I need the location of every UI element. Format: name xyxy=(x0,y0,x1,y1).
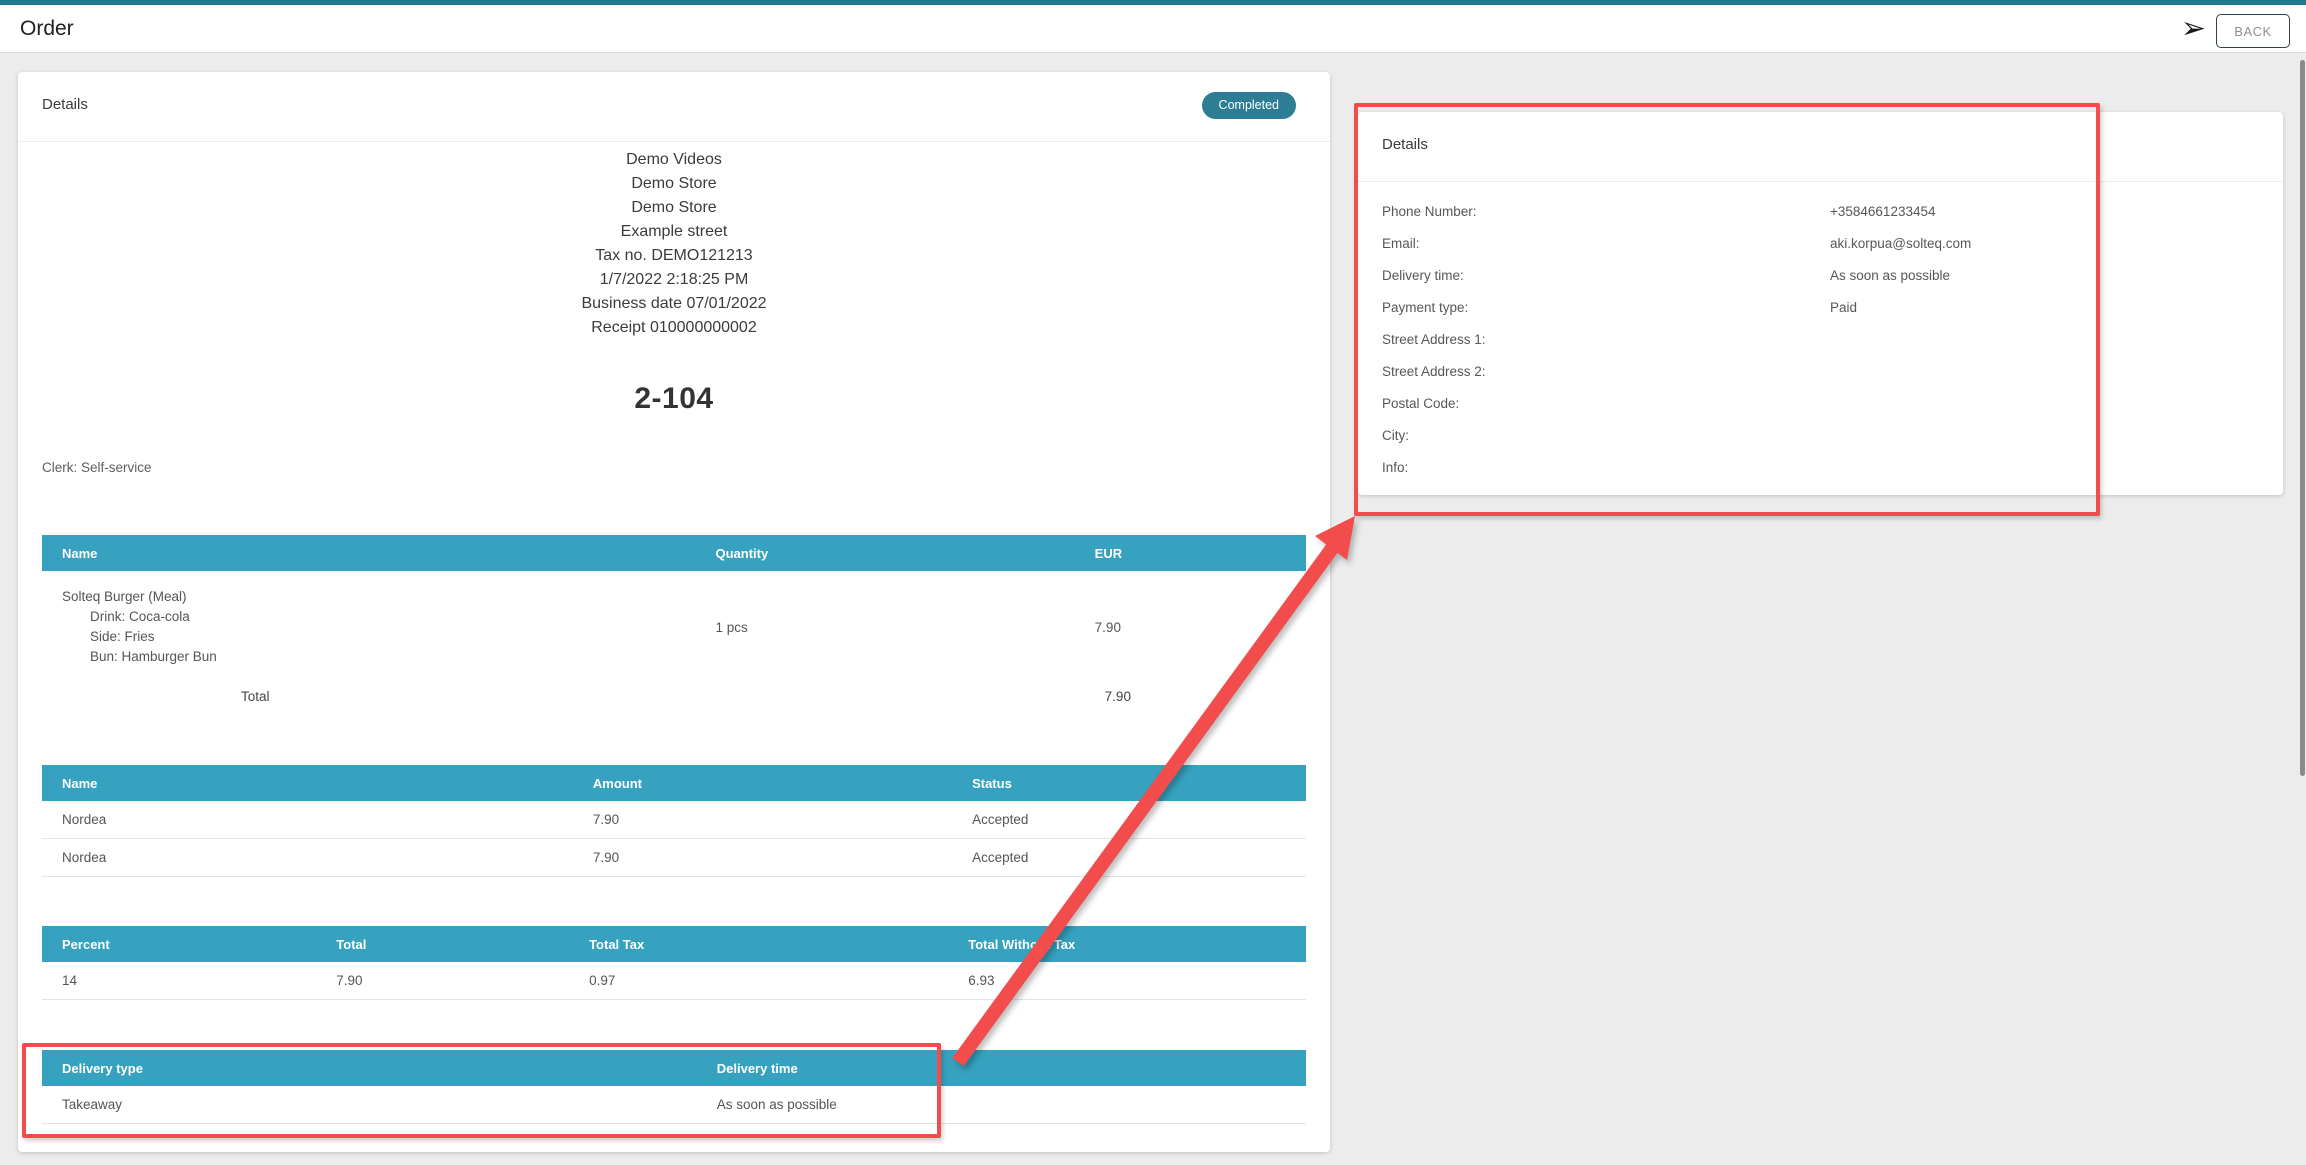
vertical-scrollbar[interactable] xyxy=(2300,60,2305,776)
left-card-title: Details xyxy=(42,96,88,113)
items-total-row: Total 7.90 xyxy=(42,675,1306,720)
items-table-header: Name Quantity EUR xyxy=(42,535,1306,571)
col-header-total: Total xyxy=(316,937,569,952)
item-modifier: Bun: Hamburger Bun xyxy=(62,647,695,667)
right-card-title: Details xyxy=(1382,136,1428,153)
left-card-header: Details Completed xyxy=(18,72,1330,142)
col-header-amount: Amount xyxy=(573,776,952,791)
item-price: 7.90 xyxy=(1075,620,1306,635)
clerk-label: Clerk: Self-service xyxy=(18,460,1330,475)
receipt-line: 1/7/2022 2:18:25 PM xyxy=(18,268,1330,292)
field-value: +3584661233454 xyxy=(1830,204,1936,219)
tax-total-tax: 0.97 xyxy=(569,973,948,988)
field-label: Postal Code: xyxy=(1382,396,1459,411)
tax-percent: 14 xyxy=(42,973,316,988)
tax-table: Percent Total Total Tax Total Without Ta… xyxy=(42,926,1306,1000)
order-details-card: Details Completed Demo Videos Demo Store… xyxy=(18,72,1330,1152)
col-header-total-tax: Total Tax xyxy=(569,937,948,952)
receipt-header: Demo Videos Demo Store Demo Store Exampl… xyxy=(18,148,1330,340)
col-header-name: Name xyxy=(42,776,573,791)
table-row: Nordea 7.90 Accepted xyxy=(42,801,1306,839)
field-label: Street Address 2: xyxy=(1382,364,1486,379)
items-table: Name Quantity EUR Solteq Burger (Meal) D… xyxy=(42,535,1306,720)
item-modifier: Drink: Coca-cola xyxy=(62,607,695,627)
item-name: Solteq Burger (Meal) xyxy=(62,587,695,607)
delivery-type: Takeaway xyxy=(42,1097,697,1112)
item-modifier: Side: Fries xyxy=(62,627,695,647)
field-label: Delivery time: xyxy=(1382,268,1464,283)
receipt-line: Demo Videos xyxy=(18,148,1330,172)
receipt-line: Demo Store xyxy=(18,172,1330,196)
receipt-line: Business date 07/01/2022 xyxy=(18,292,1330,316)
tax-table-header: Percent Total Total Tax Total Without Ta… xyxy=(42,926,1306,962)
payment-status: Accepted xyxy=(952,812,1306,827)
detail-row-payment-type: Payment type: Paid xyxy=(1358,292,2283,324)
payments-table: Name Amount Status Nordea 7.90 Accepted … xyxy=(42,765,1306,877)
receipt-line: Example street xyxy=(18,220,1330,244)
payment-amount: 7.90 xyxy=(573,812,952,827)
customer-detail-rows: Phone Number: +3584661233454 Email: aki.… xyxy=(1358,182,2283,484)
detail-row-email: Email: aki.korpua@solteq.com xyxy=(1358,228,2283,260)
table-row: 14 7.90 0.97 6.93 xyxy=(42,962,1306,1000)
detail-row-city: City: xyxy=(1358,420,2283,452)
receipt-line: Tax no. DEMO121213 xyxy=(18,244,1330,268)
table-row: Solteq Burger (Meal) Drink: Coca-cola Si… xyxy=(42,571,1306,675)
tax-total-without-tax: 6.93 xyxy=(948,973,1306,988)
top-bar: Order ➢ BACK xyxy=(0,0,2306,53)
payments-table-header: Name Amount Status xyxy=(42,765,1306,801)
tax-total: 7.90 xyxy=(316,973,569,988)
field-value: aki.korpua@solteq.com xyxy=(1830,236,1971,251)
field-label: Info: xyxy=(1382,460,1408,475)
receipt-line: Receipt 010000000002 xyxy=(18,316,1330,340)
payment-amount: 7.90 xyxy=(573,850,952,865)
col-header-name: Name xyxy=(42,546,695,561)
right-card-header: Details xyxy=(1358,112,2283,182)
col-header-status: Status xyxy=(952,776,1306,791)
field-label: City: xyxy=(1382,428,1409,443)
order-number: 2-104 xyxy=(18,382,1330,416)
field-label: Email: xyxy=(1382,236,1420,251)
table-row: Nordea 7.90 Accepted xyxy=(42,839,1306,877)
delivery-table-header: Delivery type Delivery time xyxy=(42,1050,1306,1086)
detail-row-phone: Phone Number: +3584661233454 xyxy=(1358,196,2283,228)
col-header-eur: EUR xyxy=(1075,546,1306,561)
send-icon[interactable]: ➢ xyxy=(2181,12,2206,46)
item-name-cell: Solteq Burger (Meal) Drink: Coca-cola Si… xyxy=(42,587,695,667)
detail-row-street-2: Street Address 2: xyxy=(1358,356,2283,388)
total-value: 7.90 xyxy=(1075,689,1306,704)
col-header-delivery-type: Delivery type xyxy=(42,1061,697,1076)
item-quantity: 1 pcs xyxy=(695,620,1074,635)
page-title: Order xyxy=(20,17,74,41)
payment-status: Accepted xyxy=(952,850,1306,865)
detail-row-street-1: Street Address 1: xyxy=(1358,324,2283,356)
col-header-quantity: Quantity xyxy=(695,546,1074,561)
payment-name: Nordea xyxy=(42,850,573,865)
field-label: Payment type: xyxy=(1382,300,1468,315)
receipt-line: Demo Store xyxy=(18,196,1330,220)
col-header-percent: Percent xyxy=(42,937,316,952)
col-header-delivery-time: Delivery time xyxy=(697,1061,1306,1076)
delivery-time: As soon as possible xyxy=(697,1097,1306,1112)
field-label: Street Address 1: xyxy=(1382,332,1486,347)
delivery-table: Delivery type Delivery time Takeaway As … xyxy=(42,1050,1306,1124)
field-value: As soon as possible xyxy=(1830,268,1950,283)
total-label: Total xyxy=(42,689,695,704)
detail-row-postal-code: Postal Code: xyxy=(1358,388,2283,420)
status-badge: Completed xyxy=(1202,92,1296,119)
payment-name: Nordea xyxy=(42,812,573,827)
back-button[interactable]: BACK xyxy=(2216,14,2290,48)
detail-row-info: Info: xyxy=(1358,452,2283,484)
field-value: Paid xyxy=(1830,300,1857,315)
customer-details-card: Details Phone Number: +3584661233454 Ema… xyxy=(1358,112,2283,495)
detail-row-delivery-time: Delivery time: As soon as possible xyxy=(1358,260,2283,292)
col-header-total-without-tax: Total Without Tax xyxy=(948,937,1306,952)
table-row: Takeaway As soon as possible xyxy=(42,1086,1306,1124)
field-label: Phone Number: xyxy=(1382,204,1477,219)
